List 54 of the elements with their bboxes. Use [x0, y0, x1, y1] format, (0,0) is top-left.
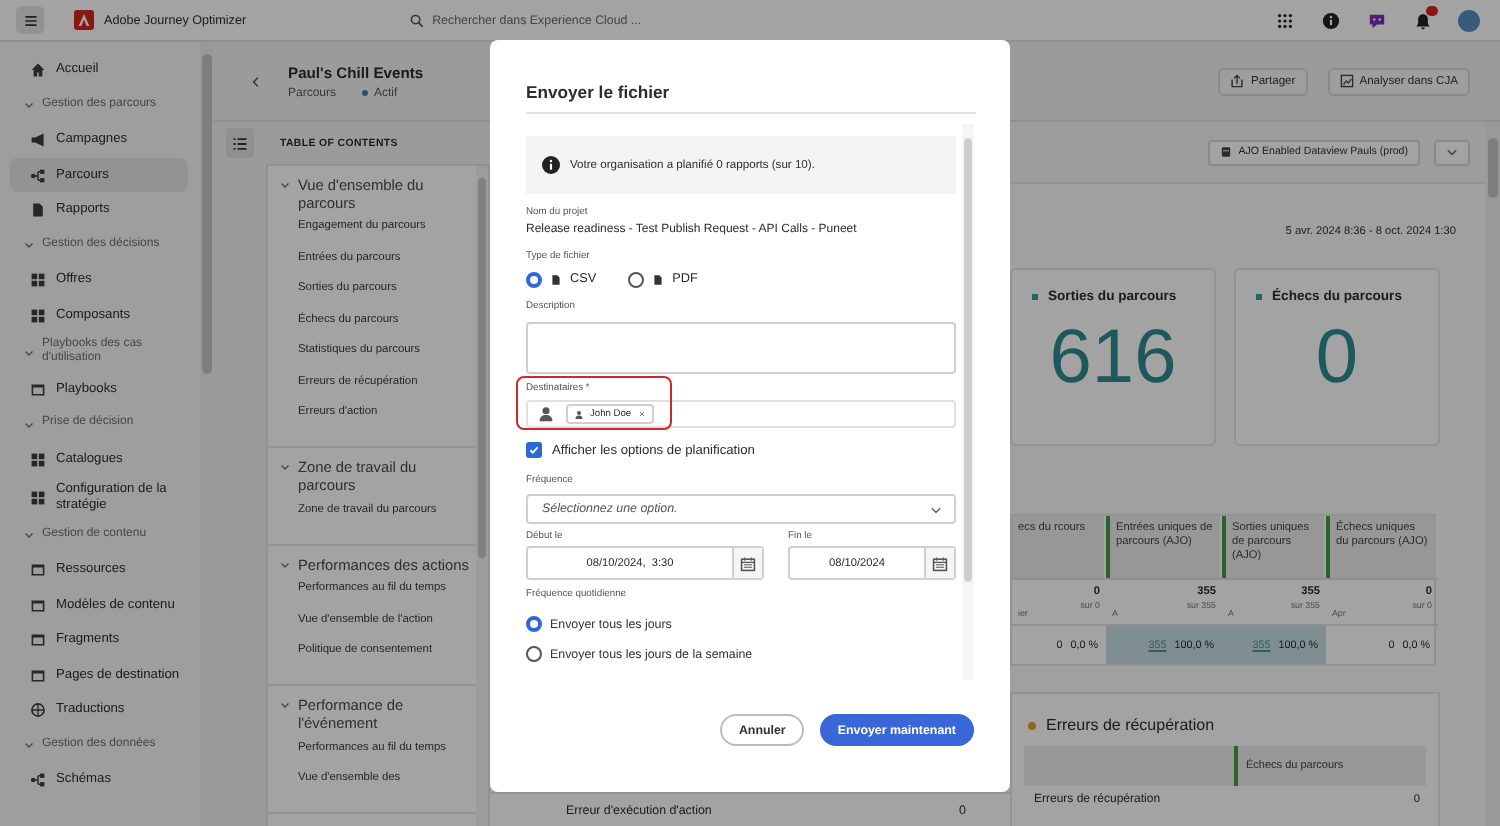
person-icon	[538, 406, 554, 422]
checkbox[interactable]	[526, 442, 542, 458]
apps-grid-icon[interactable]	[1276, 11, 1294, 29]
house-icon	[30, 61, 46, 78]
radio-button[interactable]	[526, 616, 542, 632]
status-dot	[362, 90, 369, 96]
avatar[interactable]	[1458, 9, 1480, 31]
file-icon	[652, 273, 665, 285]
app-logo-icon[interactable]	[74, 10, 94, 30]
radio-button[interactable]	[526, 646, 542, 662]
grid-icon	[30, 489, 46, 506]
document-icon	[30, 202, 46, 219]
chevron-down-icon	[1446, 146, 1458, 158]
legend-dot	[1028, 721, 1036, 729]
window-icon	[30, 381, 46, 398]
radio-button[interactable]	[526, 271, 542, 287]
megaphone-icon	[30, 131, 46, 148]
window-icon	[30, 597, 46, 614]
menu-icon	[23, 13, 37, 27]
globe-icon	[30, 702, 46, 719]
menu-button[interactable]	[16, 6, 44, 34]
chat-icon[interactable]	[1368, 11, 1386, 29]
card-title: Erreurs de récupération	[1046, 716, 1215, 734]
metric-value: 616	[1049, 316, 1177, 400]
notification-badge	[1426, 5, 1438, 15]
chevron-down-icon	[930, 503, 942, 515]
help-icon[interactable]	[1322, 11, 1340, 29]
checkmark-icon	[528, 444, 540, 456]
description-field[interactable]	[526, 322, 956, 374]
person-icon	[574, 409, 584, 419]
window-icon	[30, 667, 46, 684]
scrollbar-thumb[interactable]	[964, 138, 972, 582]
file-icon	[550, 273, 562, 285]
chart-window-icon	[1339, 74, 1354, 88]
scrollbar-thumb[interactable]	[202, 54, 212, 374]
database-icon	[1220, 146, 1233, 158]
info-icon	[542, 156, 560, 174]
grid-icon	[30, 451, 46, 468]
dialog-title: Envoyer le fichier	[526, 80, 976, 114]
chevron-left-icon	[250, 75, 262, 87]
share-icon	[1230, 74, 1245, 88]
scrollbar-thumb[interactable]	[1488, 138, 1498, 198]
metric-value: 0	[1315, 316, 1359, 400]
radio-button[interactable]	[628, 271, 645, 287]
grid-icon	[30, 307, 46, 324]
grid-icon	[30, 272, 46, 289]
bell-icon[interactable]	[1414, 11, 1432, 29]
branch-icon	[30, 167, 46, 184]
window-icon	[30, 632, 46, 649]
window-icon	[30, 561, 46, 578]
list-icon	[232, 135, 248, 151]
branch-icon	[30, 772, 46, 789]
toc-toggle-button[interactable]	[226, 128, 254, 158]
search-icon	[410, 13, 425, 27]
